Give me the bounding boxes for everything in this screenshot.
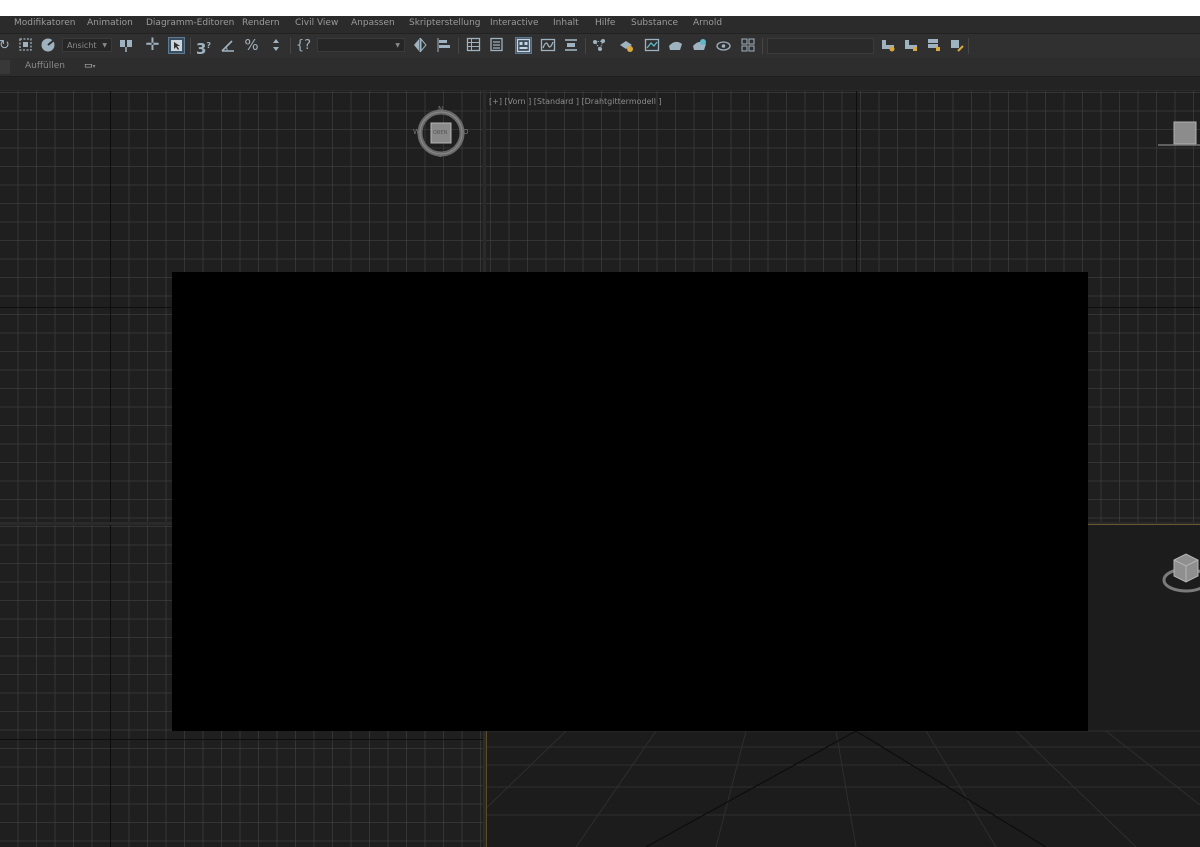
ribbon-icon[interactable] <box>515 37 532 54</box>
menu-bar: Modifikatoren Animation Diagramm-Editore… <box>0 16 1200 34</box>
viewport-header-bar <box>0 77 1200 91</box>
select-object-icon[interactable] <box>168 37 185 54</box>
a360-icon[interactable] <box>715 37 732 54</box>
menu-interactive[interactable]: Interactive <box>490 18 538 28</box>
viewcube-compass[interactable]: N W O S OBEN <box>413 105 469 159</box>
mirror-icon[interactable] <box>411 37 428 54</box>
viewcube-face-label: OBEN <box>433 130 448 136</box>
named-selection-dropdown[interactable]: ▼ <box>317 38 405 52</box>
menu-rendern[interactable]: Rendern <box>242 18 280 28</box>
container-icon[interactable] <box>879 37 896 54</box>
view-dropdown-value: Ansicht <box>67 41 97 50</box>
grid-icon[interactable] <box>739 37 756 54</box>
grid-major-line <box>110 525 111 847</box>
toolbar-separator <box>968 38 969 54</box>
named-selection-icon[interactable]: {? <box>295 37 312 54</box>
menu-anpassen[interactable]: Anpassen <box>351 18 395 28</box>
compass-east-label: O <box>463 128 469 136</box>
compass-south-label: S <box>438 151 443 159</box>
menu-modifikatoren[interactable]: Modifikatoren <box>14 18 76 28</box>
viewcube-perspective[interactable] <box>1160 550 1200 596</box>
menu-inhalt[interactable]: Inhalt <box>553 18 579 28</box>
ribbon-tab-stub[interactable] <box>0 60 10 74</box>
main-toolbar: ↻ Ansicht ▼ ✛ 3? % {? ▼ <box>0 34 1200 59</box>
view-dropdown[interactable]: Ansicht ▼ <box>62 38 112 52</box>
layer-icon[interactable] <box>488 37 505 54</box>
menu-hilfe[interactable]: Hilfe <box>595 18 615 28</box>
render-frame-icon[interactable] <box>643 37 660 54</box>
menu-diagramm-editoren[interactable]: Diagramm-Editoren <box>146 18 234 28</box>
toolbar-separator <box>290 38 291 54</box>
menu-skripterstellung[interactable]: Skripterstellung <box>409 18 480 28</box>
compass-north-label: N <box>438 105 444 113</box>
modal-overlay-panel <box>172 272 1088 731</box>
ribbon-bar: Auffüllen ▭▾ <box>0 58 1200 77</box>
move-icon[interactable]: ✛ <box>144 37 161 54</box>
align-icon[interactable] <box>435 37 452 54</box>
toolbar-separator <box>762 38 763 54</box>
chevron-down-icon: ▼ <box>395 42 400 49</box>
curve-editor-icon[interactable] <box>539 37 556 54</box>
menu-substance[interactable]: Substance <box>631 18 678 28</box>
paint-select-icon[interactable] <box>39 37 56 54</box>
container-inherit-icon[interactable] <box>902 37 919 54</box>
modeling-ribbon-field[interactable] <box>767 38 874 54</box>
container-edit-icon[interactable] <box>948 37 965 54</box>
compass-west-label: W <box>413 128 420 136</box>
render-setup-icon[interactable] <box>618 37 635 54</box>
spinner-snap-icon[interactable] <box>267 37 284 54</box>
menu-arnold[interactable]: Arnold <box>693 18 722 28</box>
select-region-icon[interactable] <box>17 37 34 54</box>
render-icon[interactable] <box>667 37 684 54</box>
toolbar-separator <box>458 38 459 54</box>
grid-major-line <box>0 739 483 740</box>
schematic-icon[interactable] <box>562 37 579 54</box>
window-top-strip <box>0 0 1200 16</box>
pivot-icon[interactable] <box>117 37 134 54</box>
snap-icon[interactable]: 3? <box>195 37 212 58</box>
percent-snap-icon[interactable]: % <box>243 37 260 54</box>
menu-civil-view[interactable]: Civil View <box>295 18 338 28</box>
undo-icon[interactable]: ↻ <box>0 37 13 54</box>
chevron-down-icon: ▼ <box>102 42 107 49</box>
viewcube-front[interactable] <box>1158 119 1200 149</box>
render-cloud-icon[interactable] <box>691 37 708 54</box>
angle-snap-icon[interactable] <box>219 37 236 54</box>
menu-animation[interactable]: Animation <box>87 18 133 28</box>
toolbar-separator <box>190 38 191 54</box>
material-editor-icon[interactable] <box>591 37 608 54</box>
ribbon-options-icon[interactable]: ▭▾ <box>84 61 96 71</box>
toolbar-separator <box>585 38 586 54</box>
fill-tab[interactable]: Auffüllen <box>25 61 65 71</box>
percent-label: % <box>244 36 259 54</box>
viewport-label-front[interactable]: [+] [Vorn ] [Standard ] [Drahtgittermode… <box>489 97 662 106</box>
container-merge-icon[interactable] <box>925 37 942 54</box>
snap-label: 3 <box>195 40 207 58</box>
scene-explorer-icon[interactable] <box>465 37 482 54</box>
